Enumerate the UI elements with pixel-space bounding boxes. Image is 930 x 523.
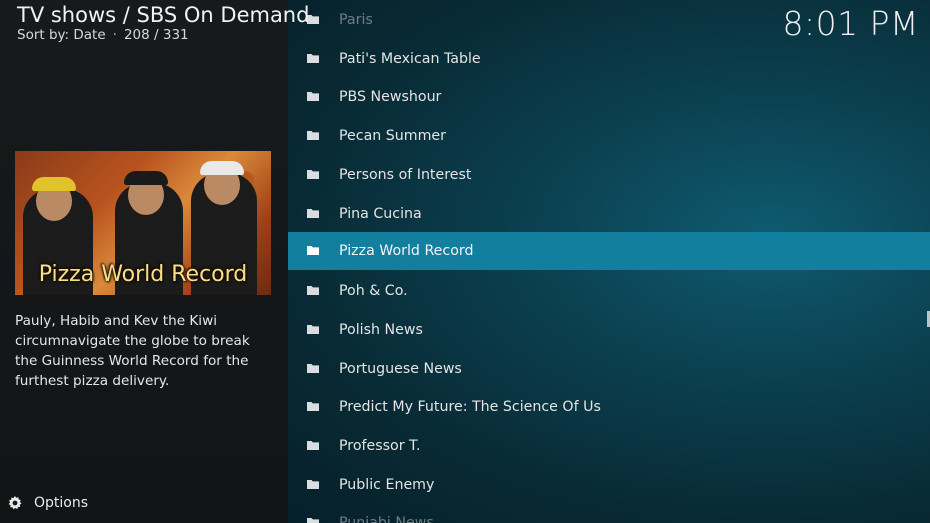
show-list-panel: Paris Pati's Mexican Table PBS Newshour … <box>288 0 930 523</box>
list-item-label: Polish News <box>339 322 423 338</box>
folder-icon <box>307 170 319 179</box>
list-item-label: Pecan Summer <box>339 128 446 144</box>
list-item[interactable]: Poh & Co. <box>288 272 930 310</box>
list-item-label: Predict My Future: The Science Of Us <box>339 399 601 415</box>
list-item-label: Pati's Mexican Table <box>339 51 481 67</box>
list-item-label: Pizza World Record <box>339 243 474 259</box>
list-item-label: Portuguese News <box>339 361 462 377</box>
list-item[interactable]: Punjabi News <box>288 504 930 523</box>
sort-status: Sort by: Date · 208 / 331 <box>17 27 189 43</box>
options-label: Options <box>34 495 89 511</box>
list-item-selected[interactable]: Pizza World Record <box>288 232 930 270</box>
poster-title: Pizza World Record <box>38 262 248 287</box>
show-poster: Pizza World Record <box>15 151 271 295</box>
options-button[interactable]: Options <box>8 495 88 511</box>
folder-icon <box>307 518 319 523</box>
clock: 8:01 PM <box>782 4 919 43</box>
list-item-label: Persons of Interest <box>339 167 472 183</box>
folder-icon <box>307 286 319 295</box>
list-item-label: Punjabi News <box>339 515 434 523</box>
folder-icon <box>307 441 319 450</box>
info-panel: Pizza World Record Pauly, Habib and Kev … <box>0 0 288 523</box>
list-item[interactable]: Pecan Summer <box>288 117 930 155</box>
list-item[interactable]: Pati's Mexican Table <box>288 40 930 78</box>
show-plot: Pauly, Habib and Kev the Kiwi circumnavi… <box>15 313 250 389</box>
folder-icon <box>307 246 319 255</box>
item-position: 208 / 331 <box>123 27 189 43</box>
page-title: TV shows / SBS On Demand <box>17 3 310 27</box>
gear-icon <box>8 496 22 510</box>
list-item-label: Pina Cucina <box>339 206 422 222</box>
list-item[interactable]: Predict My Future: The Science Of Us <box>288 388 930 426</box>
list-item[interactable]: Professor T. <box>288 427 930 465</box>
list-item[interactable]: Public Enemy <box>288 466 930 504</box>
list-item-label: PBS Newshour <box>339 89 442 105</box>
list-item[interactable]: Polish News <box>288 311 930 349</box>
list-item[interactable]: PBS Newshour <box>288 78 930 116</box>
list-item[interactable]: Pina Cucina <box>288 195 930 233</box>
list-item-label: Public Enemy <box>339 477 435 493</box>
folder-icon <box>307 131 319 140</box>
list-item-label: Paris <box>339 12 373 28</box>
folder-icon <box>307 480 319 489</box>
sort-label: Sort by: Date <box>17 27 106 43</box>
folder-icon <box>307 402 319 411</box>
folder-icon <box>307 209 319 218</box>
separator: · <box>112 27 117 43</box>
folder-icon <box>307 325 319 334</box>
folder-icon <box>307 92 319 101</box>
list-item[interactable]: Portuguese News <box>288 350 930 388</box>
list-item-label: Professor T. <box>339 438 421 454</box>
folder-icon <box>307 54 319 63</box>
folder-icon <box>307 364 319 373</box>
list-item-label: Poh & Co. <box>339 283 408 299</box>
list-item[interactable]: Persons of Interest <box>288 156 930 194</box>
